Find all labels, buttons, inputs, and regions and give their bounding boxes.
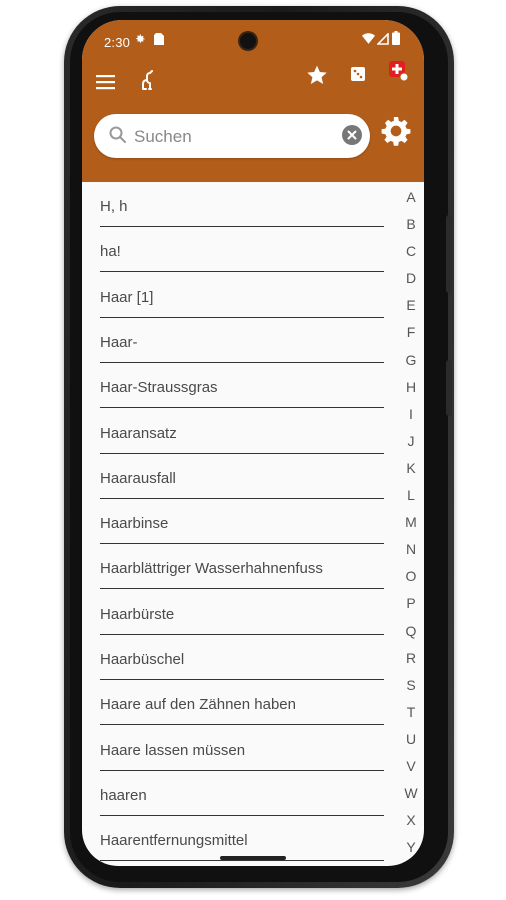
index-letter[interactable]: H — [404, 374, 418, 401]
list-item-label: Haar- — [100, 333, 138, 351]
list-item-label: Haarbürste — [100, 605, 175, 623]
index-letter[interactable]: P — [404, 590, 418, 617]
index-letter[interactable]: L — [404, 482, 418, 509]
settings-gear-icon[interactable] — [380, 115, 414, 149]
gear-icon — [134, 33, 146, 48]
dice-icon[interactable] — [350, 66, 366, 87]
index-letter[interactable]: U — [404, 726, 418, 753]
index-letter[interactable]: D — [404, 265, 418, 292]
list-item-label: Haar [1] — [100, 288, 154, 306]
list-item[interactable]: Haare lassen müssen — [100, 726, 384, 771]
list-item[interactable]: Haar [1] — [100, 273, 384, 318]
swiss-flag-icon[interactable] — [388, 60, 410, 89]
star-icon[interactable] — [306, 64, 328, 91]
index-letter[interactable]: X — [404, 807, 418, 834]
sim-card-icon — [154, 33, 164, 48]
list-item-label: Haaransatz — [100, 424, 177, 442]
index-letter[interactable]: Y — [404, 834, 418, 861]
word-list: H, h ha! Haar [1] Haar- Haar-Straussgras… — [82, 182, 387, 866]
index-letter[interactable]: T — [404, 699, 418, 726]
list-item-label: ha! — [100, 243, 121, 261]
list-item[interactable]: Haarbürste — [100, 590, 384, 635]
index-letter[interactable]: V — [404, 753, 418, 780]
alphabet-index: A B C D E F G H I J K L M N O P Q R S T … — [404, 184, 418, 866]
screen: 2:30 Suchen H, h ha! Haar [1] Haar- Haar… — [82, 20, 424, 866]
index-letter[interactable]: E — [404, 292, 418, 319]
gesture-nav-bar[interactable] — [220, 856, 286, 860]
index-letter[interactable]: B — [404, 211, 418, 238]
list-item[interactable]: haaren — [100, 771, 384, 816]
dog-icon[interactable] — [138, 70, 158, 97]
index-letter[interactable]: S — [404, 672, 418, 699]
list-item-label: Haarentfernungsmittel — [100, 832, 248, 850]
list-item[interactable]: Haarentfernungsmittel — [100, 816, 384, 862]
list-item[interactable]: Haar- — [100, 318, 384, 363]
list-item-label: haaren — [100, 786, 147, 804]
list-item-label: Haarbinse — [100, 515, 169, 533]
index-letter[interactable]: W — [404, 780, 418, 807]
index-letter[interactable]: F — [404, 319, 418, 346]
index-letter[interactable]: K — [404, 455, 418, 482]
index-letter[interactable]: Q — [404, 618, 418, 645]
list-item-label: Haare auf den Zähnen haben — [100, 696, 296, 714]
list-item[interactable]: Haare auf den Zähnen haben — [100, 680, 384, 726]
signal-icon — [376, 32, 389, 48]
index-letter[interactable]: J — [404, 428, 418, 455]
index-letter[interactable]: O — [404, 563, 418, 590]
search-bar[interactable] — [94, 114, 370, 160]
list-item-label: Haare lassen müssen — [100, 741, 246, 759]
list-item[interactable]: Haaransatz — [100, 409, 384, 454]
app-bar: 2:30 — [82, 20, 424, 182]
list-item[interactable]: ha! — [100, 227, 384, 273]
clear-search-icon[interactable] — [342, 125, 362, 145]
list-item[interactable]: H, h — [100, 182, 384, 227]
list-item[interactable]: Haar-Straussgras — [100, 363, 384, 409]
list-item[interactable]: Haarbinse — [100, 499, 384, 545]
search-icon — [108, 125, 128, 145]
index-letter[interactable]: G — [404, 347, 418, 374]
search-input[interactable] — [132, 114, 341, 160]
list-item-label: Haarbüschel — [100, 651, 185, 668]
list-item[interactable]: Haarblättriger Wasserhahnenfuss — [100, 544, 384, 590]
index-letter[interactable]: R — [404, 645, 418, 672]
index-letter[interactable]: M — [404, 509, 418, 536]
power-button — [446, 360, 452, 416]
status-bar: 2:30 — [82, 20, 424, 60]
list-item-label: H, h — [100, 198, 128, 215]
list-item-label: Haarausfall — [100, 469, 176, 487]
camera-cutout — [240, 33, 256, 49]
list-item[interactable]: Haarausfall — [100, 454, 384, 499]
battery-icon — [392, 31, 400, 48]
list-item-label: Haarblättriger Wasserhahnenfuss — [100, 560, 323, 578]
index-letter[interactable]: N — [404, 536, 418, 563]
index-letter[interactable]: A — [404, 184, 418, 211]
index-letter[interactable]: Z — [404, 861, 418, 866]
list-item[interactable]: Haarbüschel — [100, 635, 384, 680]
list-item-label: Haar-Straussgras — [100, 379, 218, 397]
wifi-icon — [362, 33, 375, 47]
index-letter[interactable]: I — [404, 401, 418, 428]
volume-button — [446, 215, 452, 293]
menu-icon[interactable] — [96, 74, 115, 95]
index-letter[interactable]: C — [404, 238, 418, 265]
status-time: 2:30 — [104, 35, 131, 50]
